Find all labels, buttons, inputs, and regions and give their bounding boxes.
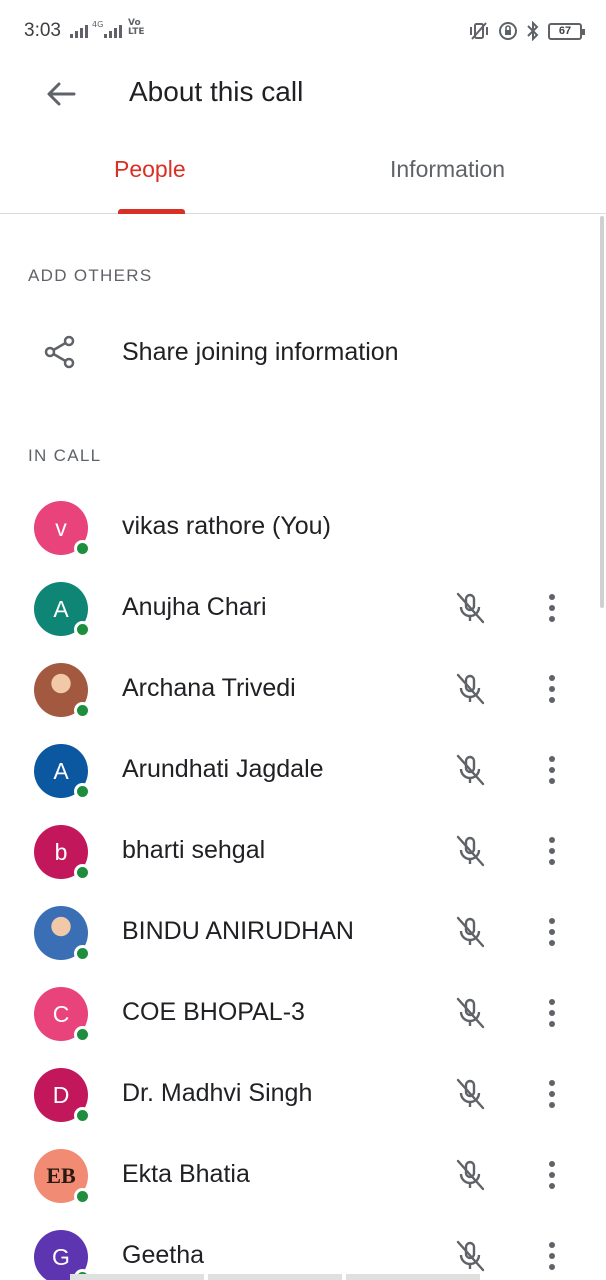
participant-row[interactable]: G Geetha (0, 1216, 600, 1280)
avatar: C (34, 987, 91, 1043)
participant-row[interactable]: A Anujha Chari (0, 568, 600, 649)
avatar-initial: D (52, 1081, 70, 1108)
scrollbar[interactable] (600, 216, 604, 608)
avatar: EB (34, 1149, 91, 1205)
presence-dot (74, 864, 91, 881)
avatar-initial: v (55, 514, 67, 541)
participant-name: Arundhati Jagdale (122, 755, 324, 783)
status-time: 3:03 (24, 20, 61, 41)
more-vert-icon[interactable] (538, 914, 566, 950)
tab-indicator (118, 209, 185, 214)
avatar (34, 663, 91, 719)
participant-name: bharti sehgal (122, 836, 266, 864)
presence-dot (74, 1107, 91, 1124)
mic-off-icon[interactable] (452, 590, 488, 626)
participant-name: Geetha (122, 1241, 205, 1269)
avatar-initial: C (52, 1000, 70, 1027)
network-type-label: 4G (92, 20, 104, 29)
more-vert-icon[interactable] (538, 1076, 566, 1112)
participant-row[interactable]: A Arundhati Jagdale (0, 730, 600, 811)
share-joining-info-label: Share joining information (122, 338, 399, 366)
participant-name: vikas rathore (You) (122, 512, 331, 540)
mic-off-icon[interactable] (452, 914, 488, 950)
vibrate-icon (470, 22, 488, 40)
bottom-bar (0, 1274, 606, 1280)
participant-row[interactable]: EB Ekta Bhatia (0, 1135, 600, 1216)
avatar-initial: G (52, 1243, 70, 1270)
avatar: b (34, 825, 91, 881)
presence-dot (74, 702, 91, 719)
mic-off-icon[interactable] (452, 671, 488, 707)
signal-strength-icon-2 (104, 22, 122, 38)
participant-name: COE BHOPAL-3 (122, 998, 305, 1026)
bluetooth-icon (527, 21, 539, 41)
avatar: v (34, 501, 91, 557)
status-icons: 67 (468, 21, 585, 41)
more-vert-icon[interactable] (538, 590, 566, 626)
avatar: G (34, 1230, 91, 1280)
back-button[interactable] (38, 74, 84, 114)
participant-row[interactable]: Archana Trivedi (0, 649, 600, 730)
more-vert-icon[interactable] (538, 995, 566, 1031)
battery-icon: 67 (548, 22, 585, 40)
mic-off-icon[interactable] (452, 1157, 488, 1193)
more-vert-icon[interactable] (538, 1238, 566, 1274)
avatar-initial: EB (46, 1163, 76, 1188)
participant-row[interactable]: b bharti sehgal (0, 811, 600, 892)
mic-off-icon[interactable] (452, 833, 488, 869)
participant-name: Dr. Madhvi Singh (122, 1079, 313, 1107)
participant-name: Anujha Chari (122, 593, 267, 621)
rotation-lock-icon (499, 22, 517, 40)
more-vert-icon[interactable] (538, 752, 566, 788)
volte-label: Vo LTE (128, 18, 145, 37)
presence-dot (74, 783, 91, 800)
participant-row[interactable]: v vikas rathore (You) (0, 487, 600, 568)
presence-dot (74, 1188, 91, 1205)
add-others-heading: ADD OTHERS (28, 266, 153, 285)
participant-name: Archana Trivedi (122, 674, 296, 702)
presence-dot (74, 1026, 91, 1043)
avatar-initial: A (53, 757, 69, 784)
more-vert-icon[interactable] (538, 1157, 566, 1193)
arrow-back-icon (47, 82, 76, 106)
participant-row[interactable]: BINDU ANIRUDHAN (0, 892, 600, 973)
app-bar: About this call (0, 62, 606, 126)
mic-off-icon[interactable] (452, 995, 488, 1031)
share-icon (44, 335, 75, 369)
presence-dot (74, 945, 91, 962)
in-call-heading: IN CALL (28, 446, 102, 465)
status-bar: 3:03 4G Vo LTE 67 (0, 0, 606, 62)
tab-people[interactable]: People (114, 156, 186, 183)
avatar-initial: b (54, 838, 68, 865)
more-vert-icon[interactable] (538, 833, 566, 869)
tab-information[interactable]: Information (390, 156, 505, 183)
participant-name: Ekta Bhatia (122, 1160, 250, 1188)
presence-dot (74, 540, 91, 557)
share-joining-info-button[interactable]: Share joining information (0, 320, 600, 386)
avatar: A (34, 744, 91, 800)
presence-dot (74, 621, 91, 638)
participant-name: BINDU ANIRUDHAN (122, 917, 354, 945)
participant-list: v vikas rathore (You) A Anujha Chari Archana… (0, 487, 600, 1280)
participant-row[interactable]: C COE BHOPAL-3 (0, 973, 600, 1054)
avatar (34, 906, 91, 962)
signal-strength-icon (70, 22, 88, 38)
page-title: About this call (129, 76, 304, 107)
mic-off-icon[interactable] (452, 1238, 488, 1274)
mic-off-icon[interactable] (452, 1076, 488, 1112)
tab-bar: People Information (0, 146, 606, 214)
avatar: D (34, 1068, 91, 1124)
avatar-initial: A (53, 595, 69, 622)
avatar: A (34, 582, 91, 638)
more-vert-icon[interactable] (538, 671, 566, 707)
participant-row[interactable]: D Dr. Madhvi Singh (0, 1054, 600, 1135)
mic-off-icon[interactable] (452, 752, 488, 788)
